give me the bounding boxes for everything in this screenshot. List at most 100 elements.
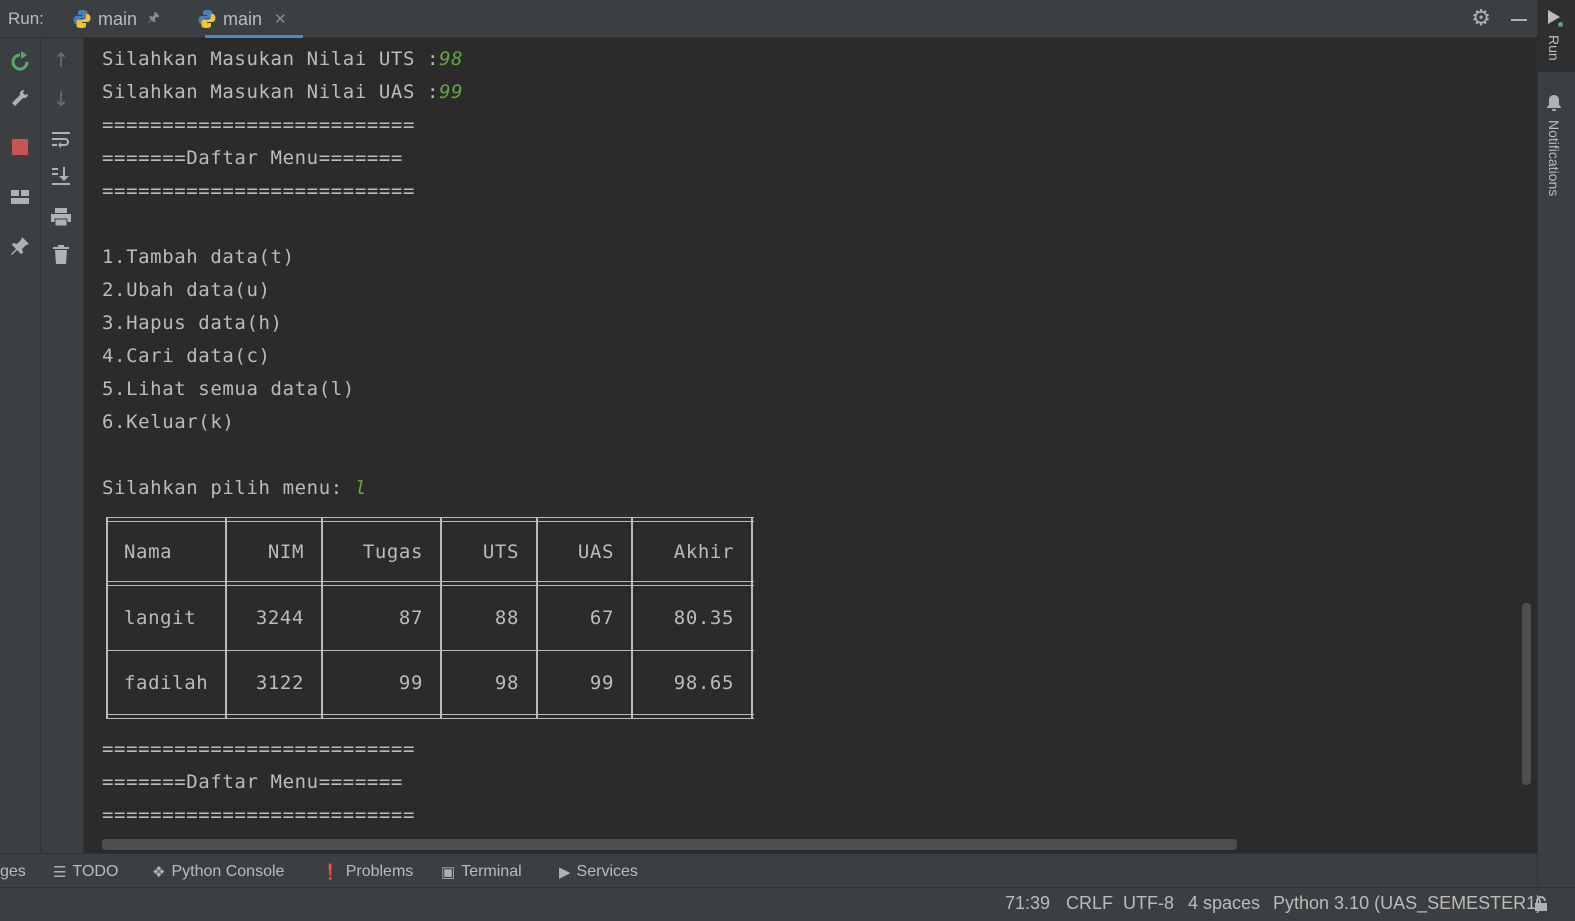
menu-item: 4.Cari data(c)	[102, 345, 271, 367]
run-tab-main-pinned[interactable]: main 🖈	[72, 0, 160, 38]
file-encoding[interactable]: UTF-8	[1123, 893, 1174, 914]
console-line: =======Daftar Menu=======	[102, 147, 403, 169]
menu-item: 2.Ubah data(u)	[102, 279, 271, 301]
right-tool-strip: Run Notifications	[1537, 0, 1575, 887]
lock-icon[interactable]	[1533, 896, 1549, 912]
table-cell: 80.35	[673, 607, 734, 629]
console-line: =======Daftar Menu=======	[102, 771, 403, 793]
table-cell: 87	[398, 607, 423, 629]
table-header-cell: Tugas	[362, 541, 423, 563]
table-border	[106, 714, 754, 715]
notifications-bell-icon[interactable]	[1546, 94, 1562, 112]
indent-setting[interactable]: 4 spaces	[1188, 893, 1260, 914]
console-output[interactable]: Silahkan Masukan Nilai UTS :98 Silahkan …	[85, 38, 1537, 853]
table-cell: 88	[494, 607, 519, 629]
python-icon	[198, 10, 216, 28]
console-line: Silahkan Masukan Nilai UAS :99	[102, 81, 464, 103]
user-input: l	[354, 477, 367, 499]
table-header-cell: Nama	[124, 541, 173, 563]
scroll-to-end-icon[interactable]	[49, 164, 73, 188]
table-header-cell: UTS	[482, 541, 519, 563]
tool-tab-services[interactable]: ▶ Services	[559, 863, 638, 881]
layout-icon[interactable]	[8, 185, 32, 209]
terminal-icon: ▣	[441, 864, 456, 881]
table-border	[106, 650, 754, 651]
table-cell: 67	[589, 607, 614, 629]
table-cell: fadilah	[124, 672, 209, 694]
user-input: 98	[439, 48, 464, 70]
close-tab-icon[interactable]: ✕	[274, 10, 287, 28]
run-tab-label: main	[223, 8, 263, 29]
table-header-cell: Akhir	[673, 541, 734, 563]
run-actions-toolbar	[0, 38, 41, 853]
console-line: ==========================	[102, 180, 416, 202]
tool-tab-problems[interactable]: ❗ Problems	[321, 863, 413, 881]
problems-icon: ❗	[321, 864, 340, 881]
table-header-cell: NIM	[267, 541, 304, 563]
tool-window-bar: ges ☰ TODO ❖ Python Console ❗ Problems ▣…	[0, 853, 1537, 889]
tool-tab-label: Problems	[345, 863, 414, 880]
run-tab-label: main	[98, 8, 138, 29]
tool-tab-python-console[interactable]: ❖ Python Console	[152, 863, 284, 881]
status-bar: 71:39 CRLF UTF-8 4 spaces Python 3.10 (U…	[0, 887, 1575, 921]
trash-icon[interactable]	[49, 243, 73, 267]
horizontal-scrollbar[interactable]	[102, 839, 1237, 850]
table-cell: 3122	[255, 672, 304, 694]
menu-item: 6.Keluar(k)	[102, 411, 235, 433]
tool-tab-label: Services	[576, 863, 638, 880]
table-cell: 3244	[255, 607, 304, 629]
table-cell: 98	[494, 672, 519, 694]
menu-item: 1.Tambah data(t)	[102, 246, 295, 268]
run-toolbar: Run: main 🖈 main ✕ ⚙	[0, 0, 1537, 38]
tool-tab-terminal[interactable]: ▣ Terminal	[441, 863, 522, 881]
print-icon[interactable]	[49, 205, 73, 229]
table-cell: 99	[398, 672, 423, 694]
tool-tab-label: ges	[0, 863, 26, 880]
user-input: 99	[439, 81, 464, 103]
python-icon	[73, 10, 91, 28]
settings-gear-icon[interactable]: ⚙	[1471, 6, 1491, 31]
soft-wrap-icon[interactable]	[49, 127, 73, 151]
table-cell: 98.65	[673, 672, 734, 694]
line-separator[interactable]: CRLF	[1066, 893, 1113, 914]
menu-item: 3.Hapus data(h)	[102, 312, 283, 334]
pin-tab-icon[interactable]	[8, 234, 32, 258]
list-icon: ☰	[53, 864, 67, 881]
arrow-down-icon[interactable]: ↓	[49, 87, 73, 111]
console-line: ==========================	[102, 804, 416, 826]
run-tool-window-button[interactable]: Run	[1538, 0, 1575, 72]
table-border	[106, 718, 754, 719]
run-tool-label: Run	[1546, 35, 1562, 61]
table-border	[106, 517, 754, 518]
running-indicator-dot	[1558, 22, 1563, 27]
tool-tab-changes[interactable]: ges	[0, 863, 26, 881]
table-cell: langit	[124, 607, 197, 629]
console-line: ==========================	[102, 114, 416, 136]
rerun-icon[interactable]	[8, 50, 32, 74]
table-border	[751, 517, 753, 719]
minimize-icon[interactable]	[1511, 18, 1527, 21]
run-label: Run:	[8, 9, 44, 28]
wrench-icon[interactable]	[8, 86, 32, 110]
arrow-up-icon[interactable]: ↑	[49, 48, 73, 72]
run-tab-main-active[interactable]: main ✕	[197, 0, 303, 38]
tool-tab-label: Python Console	[171, 863, 285, 880]
table-border	[106, 585, 754, 586]
vertical-scrollbar[interactable]	[1522, 603, 1531, 785]
services-icon: ▶	[559, 864, 571, 881]
table-cell: 99	[589, 672, 614, 694]
python-interpreter[interactable]: Python 3.10 (UAS_SEMESTER1)	[1273, 893, 1542, 914]
stop-icon[interactable]	[8, 135, 32, 159]
menu-item: 5.Lihat semua data(l)	[102, 378, 355, 400]
tool-tab-label: Terminal	[461, 863, 522, 880]
data-table: Nama NIM Tugas UTS UAS Akhir langit 3244…	[106, 517, 754, 720]
tool-tab-label: TODO	[72, 863, 119, 880]
notifications-tool-label[interactable]: Notifications	[1546, 120, 1562, 196]
console-line: ==========================	[102, 738, 416, 760]
console-line: Silahkan Masukan Nilai UTS :98	[102, 48, 464, 70]
caret-position[interactable]: 71:39	[1005, 893, 1050, 914]
pin-icon[interactable]: 🖈	[147, 7, 160, 31]
python-console-icon: ❖	[152, 864, 166, 881]
tool-tab-todo[interactable]: ☰ TODO	[53, 863, 118, 881]
table-header-cell: UAS	[577, 541, 614, 563]
